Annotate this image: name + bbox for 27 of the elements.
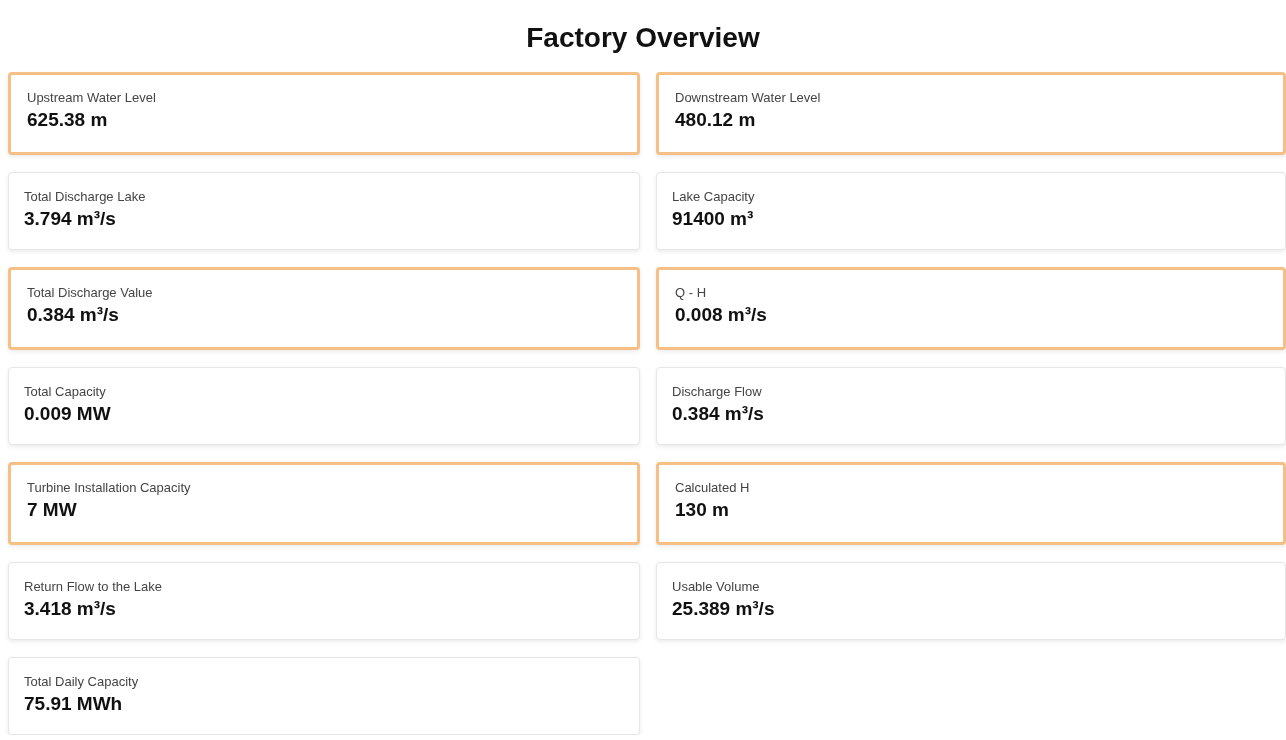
metric-label: Return Flow to the Lake — [24, 579, 164, 594]
metric-value: 0.384 m³/s — [672, 403, 765, 425]
metric-value: 3.418 m³/s — [24, 598, 117, 620]
metric-value: 3.794 m³/s — [24, 208, 117, 230]
metric-label: Upstream Water Level — [27, 90, 157, 105]
metric-value: 0.384 m³/s — [27, 304, 120, 326]
metric-value: 0.008 m³/s — [675, 304, 768, 326]
page-title: Factory Overview — [525, 22, 761, 54]
metric-label: Usable Volume — [672, 579, 761, 594]
metric-value: 0.009 MW — [24, 403, 112, 425]
metric-value: 130 m — [675, 499, 730, 521]
metric-label: Q - H — [675, 285, 708, 300]
metric-label: Total Capacity — [24, 384, 107, 399]
metric-label: Total Daily Capacity — [24, 674, 140, 689]
metric-label: Turbine Installation Capacity — [27, 480, 192, 495]
metric-label: Downstream Water Level — [675, 90, 822, 105]
metric-label: Discharge Flow — [672, 384, 763, 399]
metric-value: 25.389 m³/s — [672, 598, 776, 620]
metric-value: 480.12 m — [675, 109, 757, 131]
metric-label: Total Discharge Value — [27, 285, 154, 300]
metric-label: Total Discharge Lake — [24, 189, 147, 204]
metric-value: 75.91 MWh — [24, 693, 124, 715]
metric-value: 7 MW — [27, 499, 78, 521]
metric-label: Lake Capacity — [672, 189, 756, 204]
metric-label: Calculated H — [675, 480, 751, 495]
metric-value: 625.38 m — [27, 109, 109, 131]
metric-value: 91400 m³ — [672, 208, 755, 230]
